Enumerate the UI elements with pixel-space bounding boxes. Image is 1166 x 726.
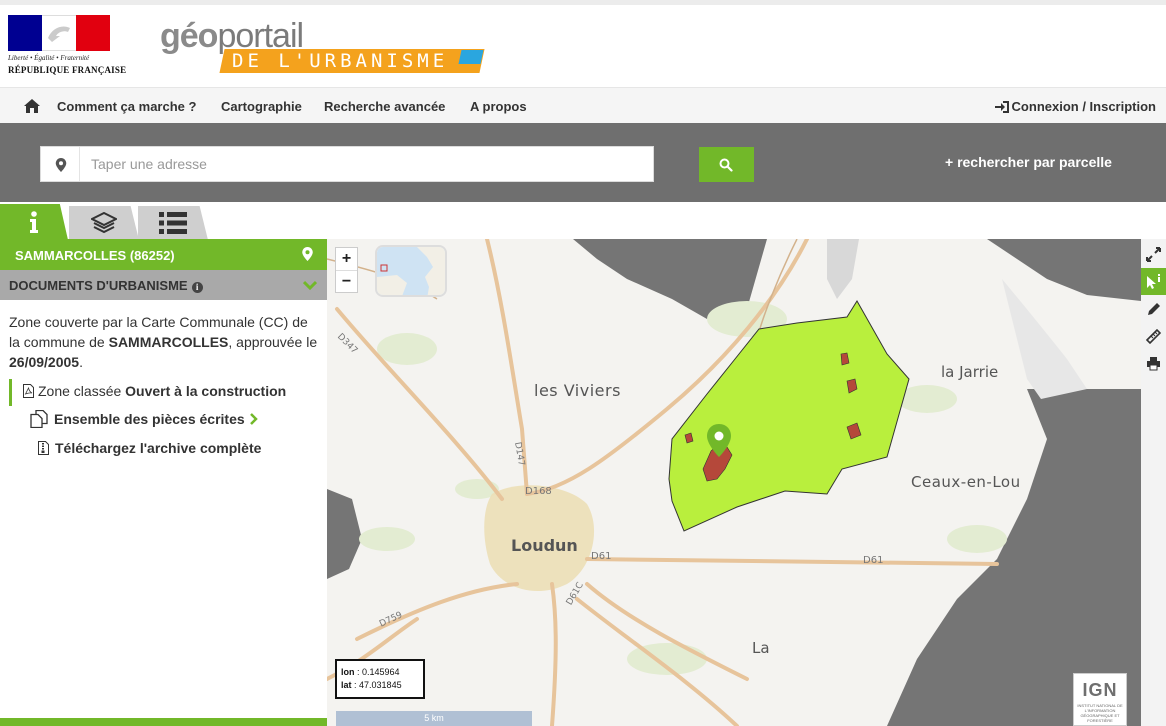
- login-label: Connexion / Inscription: [1011, 99, 1156, 114]
- road-label: D61: [591, 551, 612, 562]
- documents-icon: [30, 410, 48, 428]
- nav-recherche-avancee[interactable]: Recherche avancée: [324, 99, 445, 114]
- login-link[interactable]: Connexion / Inscription: [994, 99, 1156, 114]
- nav-cartographie[interactable]: Cartographie: [221, 99, 302, 114]
- map-toolbar: [1141, 239, 1166, 726]
- overview-map-image: [377, 247, 445, 295]
- lat-label: lat: [341, 680, 352, 690]
- scale-bar: 5 km: [336, 711, 532, 726]
- chevron-right-icon: [249, 413, 258, 425]
- lon-value: 0.145964: [362, 667, 400, 677]
- fullscreen-icon: [1146, 247, 1161, 262]
- print-button[interactable]: [1141, 350, 1166, 377]
- list-icon: [159, 212, 187, 234]
- republique-francaise-logo[interactable]: Liberté • Égalité • Fraternité RÉPUBLIQU…: [8, 15, 126, 85]
- commune-title: SAMMARCOLLES (86252): [15, 248, 175, 263]
- layers-icon: [91, 212, 117, 234]
- home-icon[interactable]: [24, 99, 40, 113]
- zoom-control: + −: [335, 247, 358, 293]
- flag-icon: [8, 15, 110, 51]
- zone-text: Zone classée Ouvert à la construction: [38, 383, 287, 399]
- lat-value: 47.031845: [359, 680, 402, 690]
- ign-mark: IGN: [1082, 680, 1118, 700]
- map-view[interactable]: les Viviers la Jarrie Ceaux-en-Lou Loudu…: [327, 239, 1141, 726]
- tab-list[interactable]: [138, 206, 208, 240]
- info-circle-icon[interactable]: i: [191, 282, 203, 293]
- road-label: D168: [525, 486, 552, 497]
- ruler-icon: [1146, 329, 1161, 344]
- pdf-file-icon: [23, 384, 34, 398]
- place-label: La: [752, 639, 770, 657]
- print-icon: [1147, 357, 1160, 371]
- zone-classification[interactable]: Zone classée Ouvert à la construction: [9, 379, 319, 406]
- brand-accent: [458, 50, 484, 64]
- approval-date: 26/09/2005: [9, 354, 80, 370]
- download-archive-link[interactable]: Téléchargez l'archive complète: [38, 440, 261, 456]
- login-icon: [994, 100, 1009, 113]
- commune-name: SAMMARCOLLES: [108, 334, 229, 350]
- info-icon: [30, 211, 38, 233]
- search-band: + rechercher par parcelle: [0, 123, 1166, 202]
- documents-title: DOCUMENTS D'URBANISME i: [9, 278, 203, 293]
- documents-section-header[interactable]: DOCUMENTS D'URBANISME i: [0, 270, 327, 300]
- nav-comment-ca-marche[interactable]: Comment ça marche ?: [57, 99, 196, 114]
- chevron-down-icon[interactable]: [303, 280, 317, 290]
- panel-bottom-bar: [0, 718, 327, 726]
- lon-label: lon: [341, 667, 355, 677]
- ign-text: INSTITUT NATIONAL DE L'INFORMATION GÉOGR…: [1077, 703, 1123, 723]
- geoportail-urbanisme-logo[interactable]: géoportail DE L'URBANISME: [160, 17, 485, 81]
- nav-a-propos[interactable]: A propos: [470, 99, 527, 114]
- coordinates-readout: lon : 0.145964 lat : 47.031845: [335, 659, 425, 699]
- address-search-box: [40, 146, 654, 182]
- measure-button[interactable]: [1141, 323, 1166, 350]
- fullscreen-button[interactable]: [1141, 241, 1166, 268]
- overview-map[interactable]: [375, 245, 447, 297]
- place-label: la Jarrie: [941, 363, 999, 381]
- zone-value: Ouvert à la construction: [125, 383, 287, 399]
- map-marker-icon: [55, 158, 67, 172]
- place-label: Ceaux-en-Lou: [911, 473, 1021, 491]
- draw-button[interactable]: [1141, 296, 1166, 323]
- search-button[interactable]: [699, 147, 754, 182]
- pencil-icon: [1148, 303, 1160, 315]
- tab-info[interactable]: [0, 204, 68, 240]
- main-nav: Comment ça marche ? Cartographie Recherc…: [0, 87, 1166, 123]
- rf-motto: Liberté • Égalité • Fraternité: [8, 54, 90, 62]
- info-panel: SAMMARCOLLES (86252) DOCUMENTS D'URBANIS…: [0, 239, 327, 726]
- archive-label: Téléchargez l'archive complète: [55, 440, 262, 456]
- search-by-parcel-link[interactable]: + rechercher par parcelle: [945, 154, 1112, 170]
- search-icon: [719, 158, 733, 172]
- tab-layers[interactable]: [69, 206, 139, 240]
- written-documents-link[interactable]: Ensemble des pièces écrites: [30, 410, 258, 428]
- zip-file-icon: [38, 441, 49, 455]
- zoom-in-button[interactable]: +: [336, 248, 357, 270]
- commune-header[interactable]: SAMMARCOLLES (86252): [0, 239, 327, 270]
- map-marker-icon[interactable]: [302, 247, 313, 261]
- site-header: Liberté • Égalité • Fraternité RÉPUBLIQU…: [0, 5, 1166, 87]
- address-search-input[interactable]: [91, 147, 651, 181]
- zoom-out-button[interactable]: −: [336, 271, 357, 293]
- brand-subtitle: DE L'URBANISME: [232, 50, 449, 72]
- pieces-label: Ensemble des pièces écrites: [54, 411, 245, 427]
- panel-tabs: [0, 202, 330, 240]
- rf-name: RÉPUBLIQUE FRANÇAISE: [8, 65, 127, 75]
- place-label: Loudun: [511, 536, 578, 555]
- info-cursor-button[interactable]: [1141, 268, 1166, 295]
- search-separator: [79, 147, 80, 181]
- road-label: D61: [863, 555, 884, 566]
- ign-logo[interactable]: IGN INSTITUT NATIONAL DE L'INFORMATION G…: [1073, 673, 1127, 726]
- info-cursor-icon: [1147, 274, 1160, 289]
- coverage-description: Zone couverte par la Carte Communale (CC…: [9, 314, 318, 370]
- place-label: les Viviers: [534, 381, 621, 400]
